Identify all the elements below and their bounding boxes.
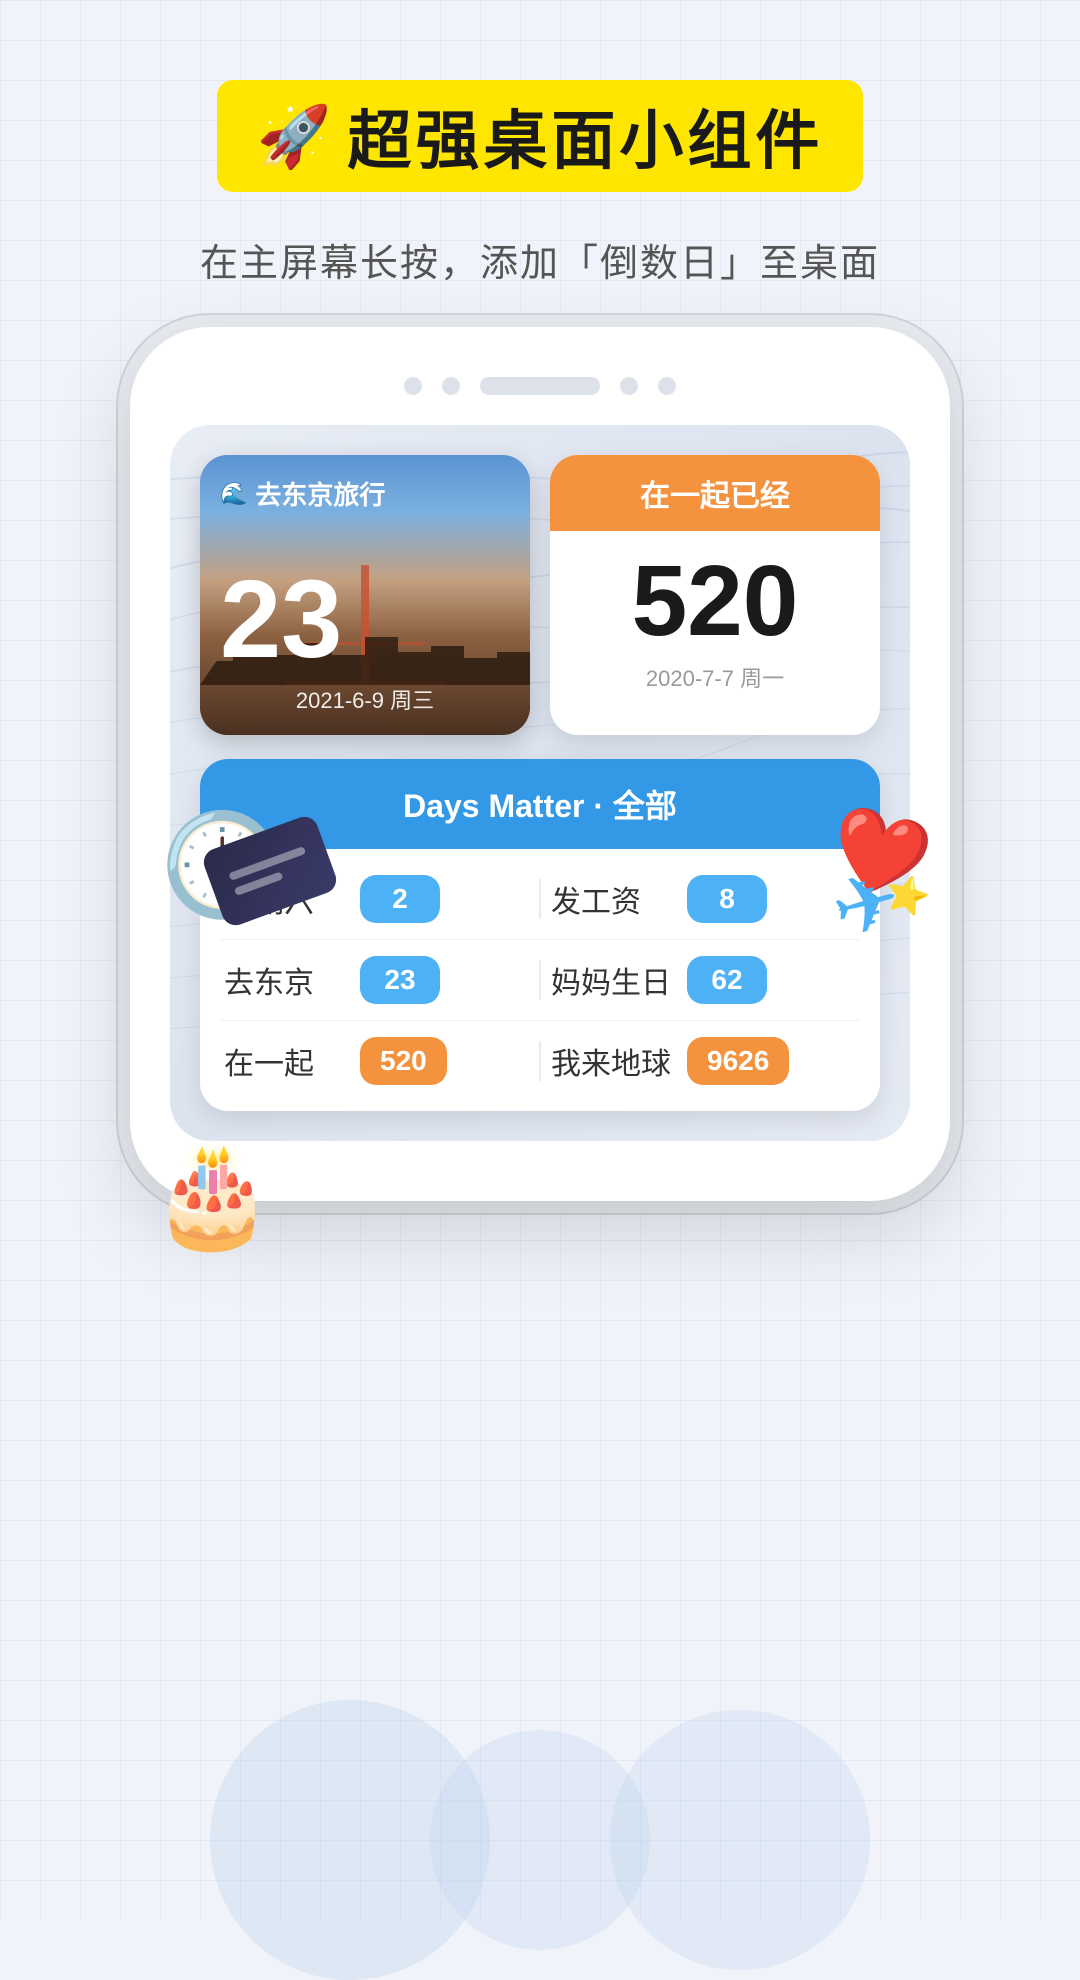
list-row-1-right: 发工资 8 <box>551 875 856 923</box>
list-divider-3 <box>539 1041 541 1081</box>
widget-together-body: 520 2020-7-7 周一 <box>550 531 880 713</box>
subtitle-text: 在主屏幕长按，添加「倒数日」至桌面 <box>200 232 880 287</box>
list-row-3-right: 我来地球 9626 <box>551 1037 856 1085</box>
widget-tokyo-title: 去东京旅行 <box>255 475 385 512</box>
list-badge-62: 62 <box>687 956 767 1004</box>
widget-list-header-text: Days Matter · 全部 <box>403 788 677 824</box>
widget-tokyo-content: 🌊 去东京旅行 23 2021-6-9 周三 <box>200 455 530 735</box>
list-divider-1 <box>539 879 541 919</box>
list-label-zaiyiqi: 在一起 <box>224 1039 344 1083</box>
notch-pill <box>480 377 600 395</box>
notch-dot-right <box>620 377 638 395</box>
list-label-mamashenri: 妈妈生日 <box>551 958 671 1002</box>
widget-together-header-text: 在一起已经 <box>640 480 790 513</box>
bottom-deco <box>210 1700 870 1980</box>
widget-together: 在一起已经 520 2020-7-7 周一 <box>550 455 880 735</box>
list-badge-520: 520 <box>360 1037 447 1085</box>
notch-sensor <box>404 377 422 395</box>
phone-notch-area <box>170 377 910 395</box>
widget-tokyo: 🌊 去东京旅行 23 2021-6-9 周三 <box>200 455 530 735</box>
widget-together-header: 在一起已经 <box>550 455 880 531</box>
list-badge-9626: 9626 <box>687 1037 789 1085</box>
screen-inner: 🌊 去东京旅行 23 2021-6-9 周三 在一起已经 <box>200 455 880 1111</box>
widget-tokyo-title-row: 🌊 去东京旅行 <box>220 475 510 512</box>
list-row-2-left: 去东京 23 <box>224 956 529 1004</box>
list-badge-23: 23 <box>360 956 440 1004</box>
list-badge-2: 2 <box>360 875 440 923</box>
notch-dot-right2 <box>658 377 676 395</box>
list-label-fagongzi: 发工资 <box>551 877 671 921</box>
list-row-2: 去东京 23 妈妈生日 62 <box>200 940 880 1020</box>
wave-icon: 🌊 <box>220 481 247 507</box>
list-label-qudongji: 去东京 <box>224 958 344 1002</box>
list-label-wolaidiqiu: 我来地球 <box>551 1039 671 1083</box>
cake-sticker: 🎂 <box>150 1137 275 1254</box>
rocket-icon: 🚀 <box>257 101 332 172</box>
list-row-3-left: 在一起 520 <box>224 1037 529 1085</box>
widget-tokyo-number: 23 <box>220 565 510 675</box>
widget-list: Days Matter · 全部 星期六 2 <box>200 759 880 1111</box>
phone-frame: 🌊 去东京旅行 23 2021-6-9 周三 在一起已经 <box>130 327 950 1201</box>
widget-together-date: 2020-7-7 周一 <box>646 661 784 693</box>
phone-mockup: 🕐 ❤️ ⭐ 🎂 ✈ ✦ ✦ ✦ ✦ ✦ <box>130 327 950 1201</box>
bottom-circle-3 <box>610 1710 870 1970</box>
widget-together-number: 520 <box>632 551 799 651</box>
headline-badge: 🚀 超强桌面小组件 <box>217 80 864 192</box>
header-section: 🚀 超强桌面小组件 在主屏幕长按，添加「倒数日」至桌面 <box>200 80 880 287</box>
widget-tokyo-date: 2021-6-9 周三 <box>220 683 510 715</box>
list-divider-2 <box>539 960 541 1000</box>
list-row-2-right: 妈妈生日 62 <box>551 956 856 1004</box>
list-row-3: 在一起 520 我来地球 9626 <box>200 1021 880 1101</box>
notch-camera <box>442 377 460 395</box>
phone-screen: 🌊 去东京旅行 23 2021-6-9 周三 在一起已经 <box>170 425 910 1141</box>
widgets-row: 🌊 去东京旅行 23 2021-6-9 周三 在一起已经 <box>200 455 880 735</box>
list-badge-8: 8 <box>687 875 767 923</box>
headline-title: 超强桌面小组件 <box>347 90 823 182</box>
